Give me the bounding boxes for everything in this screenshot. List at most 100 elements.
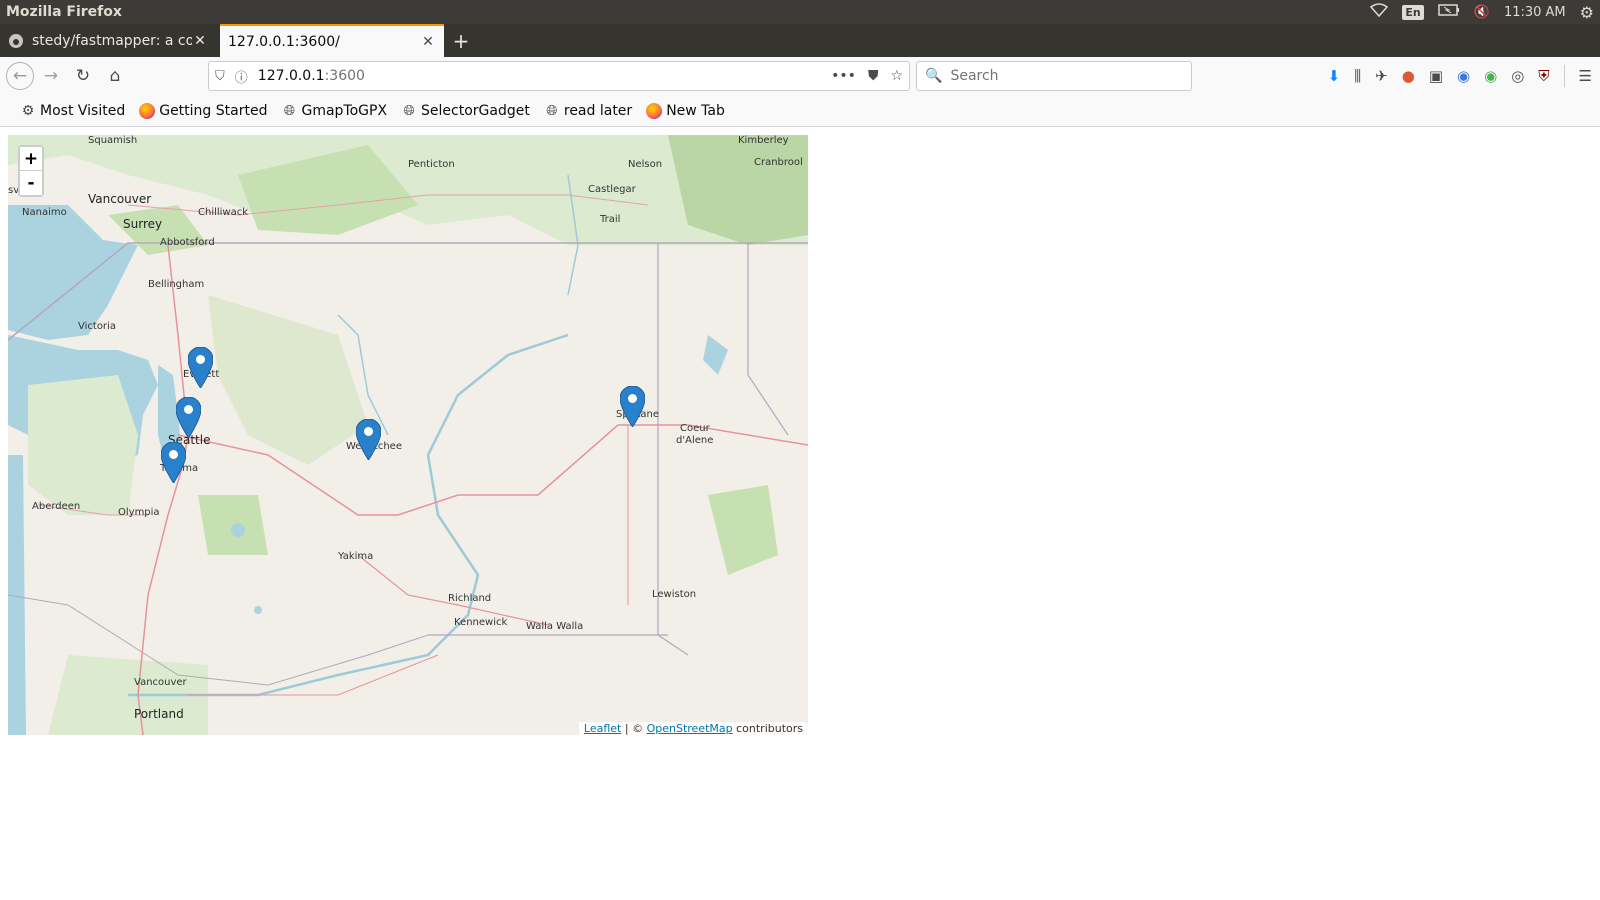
extension-bird-icon[interactable]: ✈ [1375, 67, 1388, 85]
toolbar-icons: ⬇ ⫼ ✈ ● ▣ ◉ ◉ ◎ ⛨ ☰ [1328, 61, 1592, 91]
info-icon[interactable]: ⓘ [235, 67, 248, 86]
shield-icon[interactable]: ⛉ [215, 69, 225, 84]
bookmark-gmaptogpx[interactable]: 🌐︎ GmapToGPX [281, 103, 387, 119]
home-button[interactable]: ⌂ [100, 61, 130, 91]
tab-localhost[interactable]: 127.0.0.1:3600/ ✕ [220, 24, 444, 57]
city-label: Portland [134, 707, 184, 721]
map-attribution: Leaflet | © OpenStreetMap contributors [578, 722, 808, 735]
menu-hamburger-icon[interactable]: ☰ [1579, 67, 1592, 85]
pocket-icon[interactable]: ⛊ [868, 68, 879, 84]
system-tray: En 🔇 11:30 AM ⚙ [1370, 3, 1594, 22]
city-label: Trail [600, 214, 621, 225]
city-label: Olympia [118, 507, 160, 518]
city-label: Squamish [88, 135, 138, 146]
city-label: Penticton [408, 159, 455, 170]
city-label: Nanaimo [22, 207, 67, 218]
bookmark-getting-started[interactable]: Getting Started [139, 102, 268, 119]
bookmark-most-visited[interactable]: ⚙ Most Visited [20, 102, 126, 119]
search-placeholder: Search [950, 68, 999, 84]
bookmark-star-icon[interactable]: ☆ [890, 68, 903, 84]
library-icon[interactable]: ⫼ [1354, 67, 1361, 85]
zoom-out-button[interactable]: - [20, 171, 42, 195]
city-label: Kimberley [738, 135, 789, 146]
globe-icon: 🌐︎ [546, 102, 558, 119]
tab-github[interactable]: stedy/fastmapper: a con ✕ [0, 24, 216, 57]
speaker-muted-icon[interactable]: 🔇 [1474, 5, 1490, 20]
city-label: Walla Walla [526, 621, 584, 632]
reload-button[interactable]: ↻ [68, 61, 98, 91]
attribution-suffix: contributors [732, 722, 803, 735]
extension-blue-icon[interactable]: ◉ [1457, 67, 1470, 85]
account-icon[interactable]: ◎ [1511, 67, 1524, 85]
city-label: Richland [448, 593, 492, 604]
tab-strip: stedy/fastmapper: a con ✕ 127.0.0.1:3600… [0, 24, 1600, 57]
close-tab-icon[interactable]: ✕ [420, 34, 436, 50]
city-label: Chilliwack [198, 207, 249, 218]
github-icon [8, 33, 24, 49]
city-label: Vancouver [88, 192, 152, 206]
zoom-in-button[interactable]: + [20, 147, 42, 171]
navigation-toolbar: ← → ↻ ⌂ ⛉ ⓘ 127.0.0.1:3600 ••• ⛊ ☆ 🔍 Sea… [0, 57, 1600, 95]
firefox-icon [646, 102, 663, 119]
globe-icon: 🌐︎ [283, 102, 296, 119]
city-label: Abbotsford [160, 237, 215, 248]
city-label: d'Alene [676, 435, 714, 446]
city-label: Coeur [680, 423, 710, 434]
page-actions-icon[interactable]: ••• [831, 68, 856, 84]
tab-label: stedy/fastmapper: a con [32, 32, 192, 49]
downloads-icon[interactable]: ⬇ [1328, 67, 1341, 85]
search-bar[interactable]: 🔍 Search [916, 61, 1192, 91]
openstreetmap-link[interactable]: OpenStreetMap [647, 722, 733, 735]
bookmark-selectorgadget[interactable]: 🌐︎ SelectorGadget [401, 102, 530, 119]
keyboard-language-indicator[interactable]: En [1402, 4, 1424, 20]
city-label: Cranbrool [754, 157, 803, 168]
city-label: Nelson [628, 159, 663, 170]
map-marker-everett[interactable] [188, 347, 213, 388]
bookmark-new-tab[interactable]: New Tab [646, 102, 725, 119]
forward-button[interactable]: → [36, 61, 66, 91]
attribution-separator: | © [621, 722, 647, 735]
city-label: Surrey [123, 217, 163, 231]
bookmark-read-later[interactable]: 🌐︎ read later [544, 103, 632, 119]
clock[interactable]: 11:30 AM [1504, 5, 1566, 20]
city-label: Kennewick [454, 617, 508, 628]
bookmarks-toolbar: ⚙ Most Visited Getting Started 🌐︎ GmapTo… [0, 95, 1600, 127]
city-label: Castlegar [588, 184, 636, 195]
leaflet-link[interactable]: Leaflet [584, 722, 621, 735]
bookmark-label: GmapToGPX [301, 102, 388, 119]
bookmark-label: Getting Started [159, 102, 268, 119]
bookmark-label: read later [563, 102, 633, 119]
close-tab-icon[interactable]: ✕ [192, 33, 208, 49]
back-button[interactable]: ← [6, 62, 34, 90]
leaflet-map[interactable]: Squamish Penticton Nelson Kimberley Cran… [8, 135, 808, 735]
ublock-icon[interactable]: ⛨ [1538, 67, 1549, 85]
tab-label: 127.0.0.1:3600/ [228, 33, 340, 50]
city-label: Lewiston [652, 589, 697, 600]
chrome-like-extension-icon[interactable]: ◉ [1484, 67, 1497, 85]
map-marker-seattle[interactable] [176, 397, 201, 438]
bookmark-label: Most Visited [40, 102, 126, 119]
os-top-bar: Mozilla Firefox En 🔇 11:30 AM ⚙ [0, 0, 1600, 24]
reader-sidebar-icon[interactable]: ▣ [1429, 67, 1443, 85]
globe-icon: 🌐︎ [403, 102, 415, 119]
city-label: Vancouver [134, 677, 187, 688]
bookmark-label: New Tab [666, 102, 725, 119]
settings-gear-icon[interactable]: ⚙ [1580, 3, 1594, 22]
map-marker-wenatchee[interactable] [356, 419, 381, 460]
duckduckgo-icon[interactable]: ● [1402, 67, 1415, 85]
city-label: Bellingham [148, 279, 205, 290]
map-marker-spokane[interactable] [620, 386, 645, 427]
city-label: Aberdeen [32, 501, 81, 512]
bookmark-label: SelectorGadget [421, 102, 530, 119]
battery-icon[interactable] [1438, 4, 1460, 20]
app-title: Mozilla Firefox [6, 4, 122, 20]
map-marker-tacoma[interactable] [161, 442, 186, 483]
url-host: 127.0.0.1 [257, 68, 325, 84]
url-port: :3600 [324, 68, 365, 84]
wifi-icon[interactable] [1370, 3, 1389, 21]
city-label: Victoria [78, 321, 116, 332]
new-tab-button[interactable]: + [444, 24, 478, 57]
search-icon: 🔍 [925, 68, 943, 84]
url-bar[interactable]: ⛉ ⓘ 127.0.0.1:3600 ••• ⛊ ☆ [208, 61, 910, 91]
firefox-icon [139, 102, 156, 119]
